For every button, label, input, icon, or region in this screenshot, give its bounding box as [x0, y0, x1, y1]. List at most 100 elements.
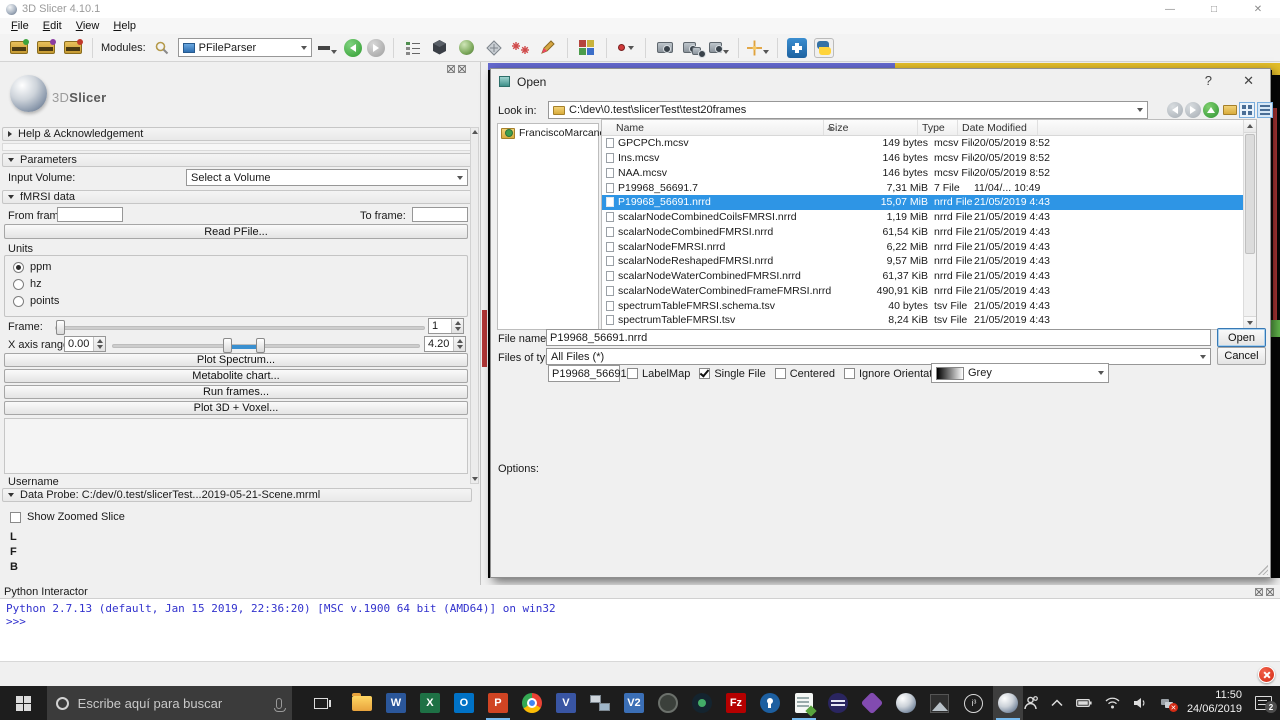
- nav-forward-icon[interactable]: [1185, 102, 1201, 118]
- help-section-header[interactable]: Help & Acknowledgement: [2, 127, 472, 141]
- single-file-checkbox[interactable]: [699, 368, 710, 379]
- taskbar-app-file-explorer[interactable]: [347, 686, 377, 720]
- crosshair-icon[interactable]: [747, 37, 769, 59]
- taskbar-app-i3-app[interactable]: i³: [959, 686, 989, 720]
- place-fiducial-icon[interactable]: [615, 37, 637, 59]
- file-row[interactable]: spectrumTableFMRSI.tsv8,24 KiBtsv File21…: [602, 313, 1243, 328]
- parameters-section-header[interactable]: Parameters: [2, 153, 472, 167]
- data-probe-section-header[interactable]: Data Probe: C:/dev/0.test/slicerTest...2…: [2, 488, 472, 502]
- panel-close-icon[interactable]: [458, 65, 466, 73]
- taskbar-app-remote-desktop[interactable]: [585, 686, 615, 720]
- file-row[interactable]: scalarNodeFMRSI.nrrd6,22 MiBnrrd File21/…: [602, 239, 1243, 254]
- volume-icon[interactable]: [1133, 697, 1147, 709]
- battery-icon[interactable]: [1076, 698, 1092, 708]
- taskbar-app-round-app[interactable]: [687, 686, 717, 720]
- files-of-type-combo[interactable]: All Files (*): [546, 348, 1211, 365]
- taskbar-app-chrome[interactable]: [517, 686, 547, 720]
- taskbar-app-notes-editor[interactable]: [789, 686, 819, 720]
- scroll-up-icon[interactable]: [472, 130, 478, 134]
- people-icon[interactable]: [1023, 696, 1038, 710]
- dialog-close-icon[interactable]: ✕: [1243, 73, 1254, 89]
- search-module-icon[interactable]: [151, 37, 173, 59]
- radio-hz[interactable]: [13, 279, 24, 290]
- annotations-icon[interactable]: [537, 37, 559, 59]
- layout-icon[interactable]: [402, 37, 424, 59]
- xaxis-handle-min[interactable]: [223, 338, 232, 353]
- taskbar-app-slicer[interactable]: [891, 686, 921, 720]
- read-pfile-button[interactable]: Read PFile...: [4, 224, 468, 239]
- taskbar-app-image-viewer[interactable]: [925, 686, 955, 720]
- xaxis-min-spinbox[interactable]: 0.00: [64, 336, 106, 352]
- scene-capture-icon[interactable]: [708, 37, 730, 59]
- file-row[interactable]: scalarNodeCombinedCoilsFMRSI.nrrd1,19 Mi…: [602, 210, 1243, 225]
- open-button[interactable]: Open: [1217, 328, 1266, 347]
- taskbar-app-excel[interactable]: X: [415, 686, 445, 720]
- menu-help[interactable]: Help: [106, 20, 143, 32]
- scroll-up-icon[interactable]: [1244, 120, 1256, 133]
- resize-grip[interactable]: [1258, 565, 1268, 575]
- file-row[interactable]: P19968_56691.nrrd15,07 MiBnrrd File21/05…: [602, 195, 1243, 210]
- scrollbar-thumb[interactable]: [1245, 134, 1255, 254]
- radio-points[interactable]: [13, 296, 24, 307]
- forward-icon[interactable]: [367, 39, 385, 57]
- run-frames-button[interactable]: Run frames...: [4, 385, 468, 399]
- taskbar-app-lock-app[interactable]: [755, 686, 785, 720]
- notifications-icon[interactable]: 2: [1255, 696, 1272, 710]
- taskbar-app-powerpoint[interactable]: P: [483, 686, 513, 720]
- single-file-option[interactable]: Single File: [699, 368, 765, 380]
- panel-close-icon[interactable]: [1266, 588, 1274, 596]
- units-option-ppm[interactable]: ppm: [13, 261, 51, 273]
- menu-edit[interactable]: Edit: [36, 20, 69, 32]
- plot-3d-voxel-button[interactable]: Plot 3D + Voxel...: [4, 401, 468, 415]
- xaxis-handle-max[interactable]: [256, 338, 265, 353]
- column-header-type[interactable]: Type: [918, 120, 958, 135]
- add-data-icon[interactable]: [8, 37, 30, 59]
- taskbar-app-badge-app[interactable]: [653, 686, 683, 720]
- back-icon[interactable]: [344, 39, 362, 57]
- dialog-help-button[interactable]: ?: [1205, 73, 1212, 88]
- start-button[interactable]: [0, 686, 47, 720]
- colormap-combo[interactable]: Grey: [931, 363, 1109, 383]
- xaxis-range-slider[interactable]: [112, 344, 420, 348]
- models-icon[interactable]: [429, 37, 451, 59]
- frame-slider[interactable]: [55, 326, 425, 330]
- wifi-icon[interactable]: [1105, 697, 1120, 709]
- fmrsi-section-header[interactable]: fMRSI data: [2, 190, 472, 204]
- cancel-button[interactable]: Cancel: [1217, 347, 1266, 365]
- save-icon[interactable]: [62, 37, 84, 59]
- taskbar-app-eclipse[interactable]: [823, 686, 853, 720]
- close-button[interactable]: ✕: [1236, 0, 1280, 18]
- frame-spinbox[interactable]: 1: [428, 318, 464, 334]
- file-row[interactable]: scalarNodeReshapedFMRSI.nrrd9,57 MiBnrrd…: [602, 254, 1243, 269]
- detail-view-icon[interactable]: [1257, 102, 1273, 118]
- python-console-icon[interactable]: [813, 37, 835, 59]
- taskbar-app-word[interactable]: W: [381, 686, 411, 720]
- ignore-orientation-checkbox[interactable]: [844, 368, 855, 379]
- radio-ppm[interactable]: [13, 262, 24, 273]
- markups-icon[interactable]: [510, 37, 532, 59]
- centered-checkbox[interactable]: [775, 368, 786, 379]
- column-header-size[interactable]: Size: [824, 120, 918, 135]
- error-log-icon[interactable]: [1258, 666, 1275, 683]
- file-table-scrollbar[interactable]: [1243, 120, 1256, 329]
- frame-slider-handle[interactable]: [56, 320, 65, 335]
- python-console[interactable]: Python 2.7.13 (default, Jan 15 2019, 22:…: [0, 598, 1280, 661]
- nav-up-icon[interactable]: [1203, 102, 1219, 118]
- new-folder-icon[interactable]: [1222, 102, 1238, 118]
- transforms-icon[interactable]: [483, 37, 505, 59]
- panel-undock-icon[interactable]: [1255, 588, 1263, 596]
- taskbar-clock[interactable]: 11:50 24/06/2019: [1187, 689, 1242, 717]
- show-zoomed-slice-checkbox[interactable]: [10, 512, 21, 523]
- column-header-name[interactable]: Name: [602, 120, 824, 135]
- file-row[interactable]: P19968_56691.77,31 MiB7 File11/04/... 10…: [602, 180, 1243, 195]
- description-input[interactable]: P19968_56691: [548, 365, 620, 382]
- taskbar-app-code-v2[interactable]: V2: [619, 686, 649, 720]
- xaxis-max-spinbox[interactable]: 4.20: [424, 336, 466, 352]
- panel-undock-icon[interactable]: [447, 65, 455, 73]
- input-volume-combo[interactable]: Select a Volume: [186, 169, 468, 186]
- sync-error-icon[interactable]: ✕: [1160, 697, 1174, 709]
- menu-file[interactable]: File: [4, 20, 36, 32]
- centered-option[interactable]: Centered: [775, 368, 835, 380]
- file-row[interactable]: Ins.mcsv146 bytesmcsv File20/05/2019 8:5…: [602, 151, 1243, 166]
- menu-view[interactable]: View: [69, 20, 107, 32]
